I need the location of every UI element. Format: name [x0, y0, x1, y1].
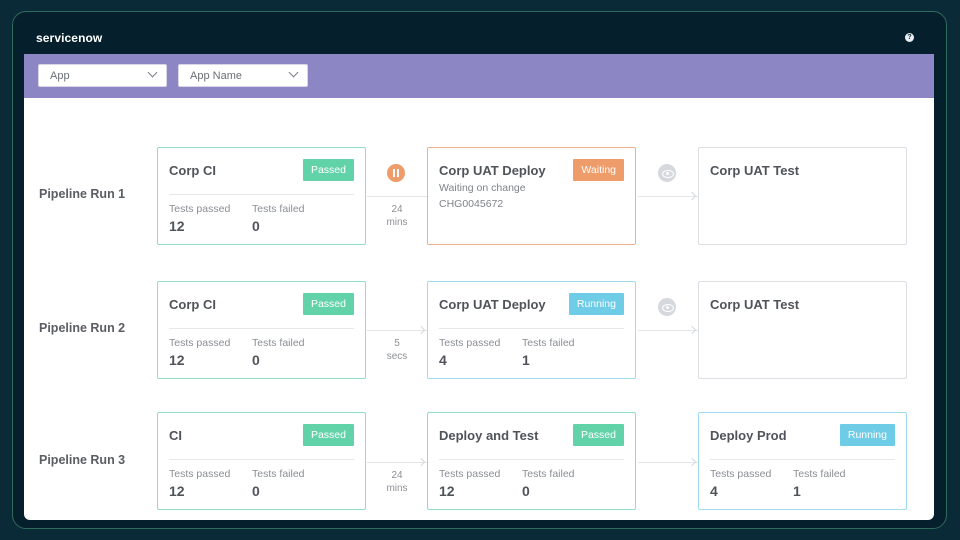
stage-title: Corp UAT Deploy	[439, 297, 546, 312]
eye-icon[interactable]	[658, 298, 676, 316]
arrow-icon	[687, 325, 697, 335]
stage-title: Corp UAT Test	[710, 163, 800, 178]
tests-failed-label: Tests failed	[522, 337, 575, 349]
stage-title: Corp CI	[169, 297, 216, 312]
pause-icon[interactable]	[387, 164, 405, 182]
arrow-icon	[416, 457, 426, 467]
stage-card-corp-uat-test[interactable]: Corp UAT Test	[698, 281, 907, 379]
card-divider	[710, 459, 895, 460]
card-divider	[169, 459, 354, 460]
status-badge: Running	[568, 293, 624, 315]
tests-failed-value: 0	[252, 483, 260, 499]
tests-failed-value: 0	[252, 352, 260, 368]
question-icon[interactable]: ?	[905, 33, 914, 42]
stage-card-corp-ci[interactable]: Corp CI Passed Tests passed 12 Tests fai…	[157, 147, 366, 245]
card-divider	[169, 194, 354, 195]
tests-passed-value: 12	[169, 218, 185, 234]
arrow-icon	[687, 191, 697, 201]
connector-line	[367, 196, 427, 197]
stage-title: Corp UAT Test	[710, 297, 800, 312]
app-name-filter-select[interactable]: App Name	[178, 64, 308, 87]
tests-passed-value: 4	[710, 483, 718, 499]
status-badge: Running	[839, 424, 895, 446]
elapsed-time: 5 secs	[379, 337, 415, 363]
tests-failed-value: 1	[793, 483, 801, 499]
card-divider	[169, 328, 354, 329]
tests-failed-value: 1	[522, 352, 530, 368]
stage-title: Corp CI	[169, 163, 216, 178]
arrow-icon	[687, 457, 697, 467]
chevron-down-icon	[147, 67, 158, 78]
tests-passed-label: Tests passed	[439, 468, 501, 480]
status-badge: Passed	[572, 424, 624, 446]
stage-card-deploy-prod[interactable]: Deploy Prod Running Tests passed 4 Tests…	[698, 412, 907, 510]
change-number-link[interactable]: CHG0045672	[439, 198, 503, 210]
tests-passed-label: Tests passed	[169, 203, 231, 215]
eye-icon[interactable]	[658, 164, 676, 182]
pipeline-dashboard: App App Name Pipeline Run 1 Corp CI Pass…	[24, 54, 934, 520]
servicenow-logo[interactable]: servicenow	[36, 31, 102, 45]
tests-failed-label: Tests failed	[252, 468, 305, 480]
tests-failed-label: Tests failed	[252, 203, 305, 215]
top-navigation-bar: servicenow ?	[24, 22, 934, 54]
status-badge: Passed	[302, 293, 354, 315]
app-filter-select[interactable]: App	[38, 64, 167, 87]
status-badge: Passed	[302, 159, 354, 181]
arrow-icon	[416, 325, 426, 335]
pipeline-run-label: Pipeline Run 1	[39, 187, 126, 201]
tests-passed-label: Tests passed	[169, 337, 231, 349]
tests-failed-label: Tests failed	[252, 337, 305, 349]
tests-passed-value: 4	[439, 352, 447, 368]
waiting-message: Waiting on change	[439, 182, 526, 194]
stage-title: Deploy Prod	[710, 428, 787, 443]
stage-card-deploy-and-test[interactable]: Deploy and Test Passed Tests passed 12 T…	[427, 412, 636, 510]
pipeline-run-label: Pipeline Run 2	[39, 321, 126, 335]
tests-failed-value: 0	[252, 218, 260, 234]
tests-failed-label: Tests failed	[793, 468, 846, 480]
tests-passed-value: 12	[439, 483, 455, 499]
chevron-down-icon	[288, 67, 299, 78]
filter-bar: App App Name	[24, 54, 934, 98]
card-divider	[439, 459, 624, 460]
stage-title: CI	[169, 428, 182, 443]
card-divider	[439, 328, 624, 329]
elapsed-time-unit: mins	[386, 483, 408, 494]
tests-passed-value: 12	[169, 352, 185, 368]
elapsed-time-value: 5	[394, 338, 400, 349]
elapsed-time-value: 24	[391, 204, 403, 215]
tests-failed-label: Tests failed	[522, 468, 575, 480]
elapsed-time-unit: mins	[386, 217, 408, 228]
tests-passed-label: Tests passed	[169, 468, 231, 480]
stage-card-corp-uat-test[interactable]: Corp UAT Test	[698, 147, 907, 245]
tests-passed-label: Tests passed	[710, 468, 772, 480]
stage-card-corp-ci[interactable]: Corp CI Passed Tests passed 12 Tests fai…	[157, 281, 366, 379]
tests-passed-value: 12	[169, 483, 185, 499]
status-badge: Waiting	[573, 159, 624, 181]
stage-title: Corp UAT Deploy	[439, 163, 546, 178]
elapsed-time: 24 mins	[379, 203, 415, 229]
stage-card-corp-uat-deploy[interactable]: Corp UAT Deploy Waiting Waiting on chang…	[427, 147, 636, 245]
elapsed-time-unit: secs	[386, 351, 408, 362]
app-filter-label: App	[50, 70, 70, 82]
elapsed-time-value: 24	[391, 470, 403, 481]
pipeline-run-label: Pipeline Run 3	[39, 453, 126, 467]
status-badge: Passed	[302, 424, 354, 446]
tests-failed-value: 0	[522, 483, 530, 499]
stage-card-corp-uat-deploy[interactable]: Corp UAT Deploy Running Tests passed 4 T…	[427, 281, 636, 379]
elapsed-time: 24 mins	[379, 469, 415, 495]
stage-card-ci[interactable]: CI Passed Tests passed 12 Tests failed 0	[157, 412, 366, 510]
tests-passed-label: Tests passed	[439, 337, 501, 349]
app-name-filter-label: App Name	[190, 70, 242, 82]
stage-title: Deploy and Test	[439, 428, 539, 443]
